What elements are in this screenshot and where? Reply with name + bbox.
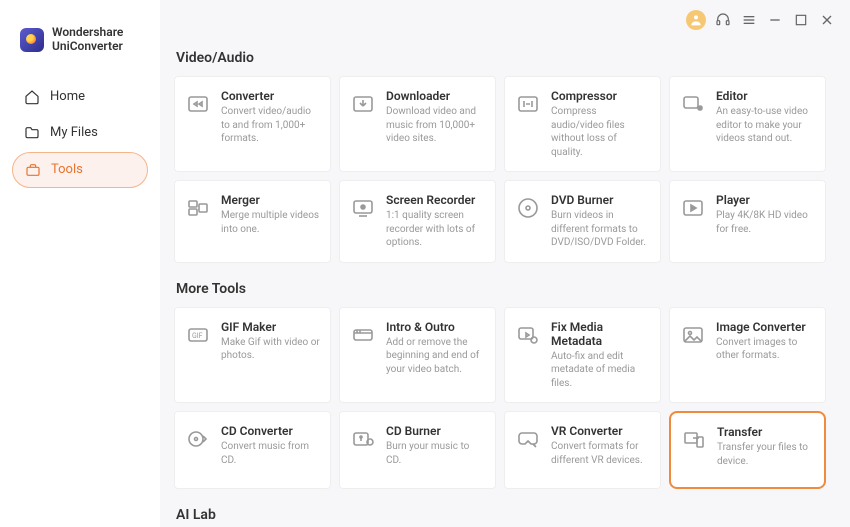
sidebar-item-label: Home (50, 89, 85, 104)
content-scroll[interactable]: Video/Audio Converter Convert video/audio… (160, 32, 850, 527)
app-logo: Wondershare UniConverter (0, 0, 160, 74)
sidebar-item-myfiles[interactable]: My Files (12, 116, 148, 150)
section-title-ai-lab: AI Lab (176, 507, 826, 523)
card-player[interactable]: Player Play 4K/8K HD video for free. (669, 180, 826, 263)
converter-icon (185, 91, 211, 117)
card-transfer[interactable]: Transfer Transfer your files to device. (669, 411, 826, 489)
card-image-converter[interactable]: Image Converter Convert images to other f… (669, 307, 826, 404)
card-fix-metadata[interactable]: Fix Media MetadataAuto-fix and edit meta… (504, 307, 661, 404)
card-title: Converter (221, 89, 320, 103)
maximize-button[interactable] (792, 11, 810, 29)
card-vr-converter[interactable]: VR Converter Convert formats for differen… (504, 411, 661, 489)
gif-icon: GIF (185, 322, 211, 348)
home-icon (24, 89, 40, 105)
card-desc: Compress audio/video files without loss … (551, 105, 650, 159)
card-desc: Burn videos in different formats to DVD/… (551, 209, 650, 250)
grid-video-audio: Converter Convert video/audio to and from… (174, 76, 826, 263)
cd-burn-icon (350, 426, 376, 452)
card-title: Compressor (551, 89, 650, 103)
card-title: Player (716, 193, 815, 207)
sidebar-item-label: Tools (51, 162, 83, 177)
card-title: Editor (716, 89, 815, 103)
card-desc: An easy-to-use video editor to make your… (716, 105, 815, 146)
section-title-video-audio: Video/Audio (176, 50, 826, 66)
card-converter[interactable]: Converter Convert video/audio to and from… (174, 76, 331, 172)
card-desc: Add or remove the beginning and end of y… (386, 336, 485, 377)
card-desc: Make Gif with video or photos. (221, 336, 320, 363)
close-button[interactable] (818, 11, 836, 29)
intro-outro-icon (350, 322, 376, 348)
app-name: Wondershare UniConverter (52, 26, 123, 54)
download-icon (350, 91, 376, 117)
metadata-icon (515, 322, 541, 348)
card-cd-converter[interactable]: CD Converter Convert music from CD. (174, 411, 331, 489)
card-title: DVD Burner (551, 193, 650, 207)
dvd-icon (515, 195, 541, 221)
card-desc: Merge multiple videos into one. (221, 209, 320, 236)
card-title: Fix Media Metadata (551, 320, 650, 348)
card-title: Merger (221, 193, 320, 207)
merger-icon (185, 195, 211, 221)
card-desc: Convert formats for different VR devices… (551, 440, 650, 467)
card-title: Transfer (717, 425, 814, 439)
image-icon (680, 322, 706, 348)
card-title: CD Burner (386, 424, 485, 438)
main-area: Video/Audio Converter Convert video/audio… (160, 0, 850, 527)
card-title: Intro & Outro (386, 320, 485, 334)
minimize-button[interactable] (766, 11, 784, 29)
card-desc: Download video and music from 10,000+ vi… (386, 105, 485, 146)
toolbox-icon (25, 162, 41, 178)
card-desc: Transfer your files to device. (717, 441, 814, 468)
sidebar: Wondershare UniConverter Home My Files T… (0, 0, 160, 527)
grid-more-tools: GIF GIF Maker Make Gif with video or phot… (174, 307, 826, 490)
card-downloader[interactable]: Downloader Download video and music from … (339, 76, 496, 172)
card-intro-outro[interactable]: Intro & Outro Add or remove the beginning… (339, 307, 496, 404)
section-title-more-tools: More Tools (176, 281, 826, 297)
card-cd-burner[interactable]: CD Burner Burn your music to CD. (339, 411, 496, 489)
card-dvd-burner[interactable]: DVD Burner Burn videos in different forma… (504, 180, 661, 263)
card-desc: Burn your music to CD. (386, 440, 485, 467)
card-title: Image Converter (716, 320, 815, 334)
card-desc: Convert images to other formats. (716, 336, 815, 363)
headset-icon[interactable] (714, 11, 732, 29)
transfer-icon (681, 427, 707, 453)
card-merger[interactable]: Merger Merge multiple videos into one. (174, 180, 331, 263)
card-title: Downloader (386, 89, 485, 103)
compress-icon (515, 91, 541, 117)
card-editor[interactable]: Editor An easy-to-use video editor to mak… (669, 76, 826, 172)
editor-icon (680, 91, 706, 117)
menu-icon[interactable] (740, 11, 758, 29)
card-title: CD Converter (221, 424, 320, 438)
sidebar-item-label: My Files (50, 125, 98, 140)
card-compressor[interactable]: Compressor Compress audio/video files wit… (504, 76, 661, 172)
card-desc: Convert video/audio to and from 1,000+ f… (221, 105, 320, 146)
card-desc: Play 4K/8K HD video for free. (716, 209, 815, 236)
account-icon[interactable] (686, 10, 706, 30)
sidebar-item-tools[interactable]: Tools (12, 152, 148, 188)
folder-icon (24, 125, 40, 141)
app-logo-icon (20, 28, 44, 52)
titlebar (160, 0, 850, 32)
card-screen-recorder[interactable]: Screen Recorder 1:1 quality screen record… (339, 180, 496, 263)
card-title: VR Converter (551, 424, 650, 438)
sidebar-nav: Home My Files Tools (0, 74, 160, 188)
card-desc: Convert music from CD. (221, 440, 320, 467)
vr-icon (515, 426, 541, 452)
sidebar-item-home[interactable]: Home (12, 80, 148, 114)
screen-recorder-icon (350, 195, 376, 221)
svg-text:GIF: GIF (192, 332, 203, 340)
card-title: GIF Maker (221, 320, 320, 334)
player-icon (680, 195, 706, 221)
card-title: Screen Recorder (386, 193, 485, 207)
card-desc: 1:1 quality screen recorder with lots of… (386, 209, 485, 250)
card-desc: Auto-fix and edit metadate of media file… (551, 350, 650, 391)
card-gif-maker[interactable]: GIF GIF Maker Make Gif with video or phot… (174, 307, 331, 404)
cd-convert-icon (185, 426, 211, 452)
